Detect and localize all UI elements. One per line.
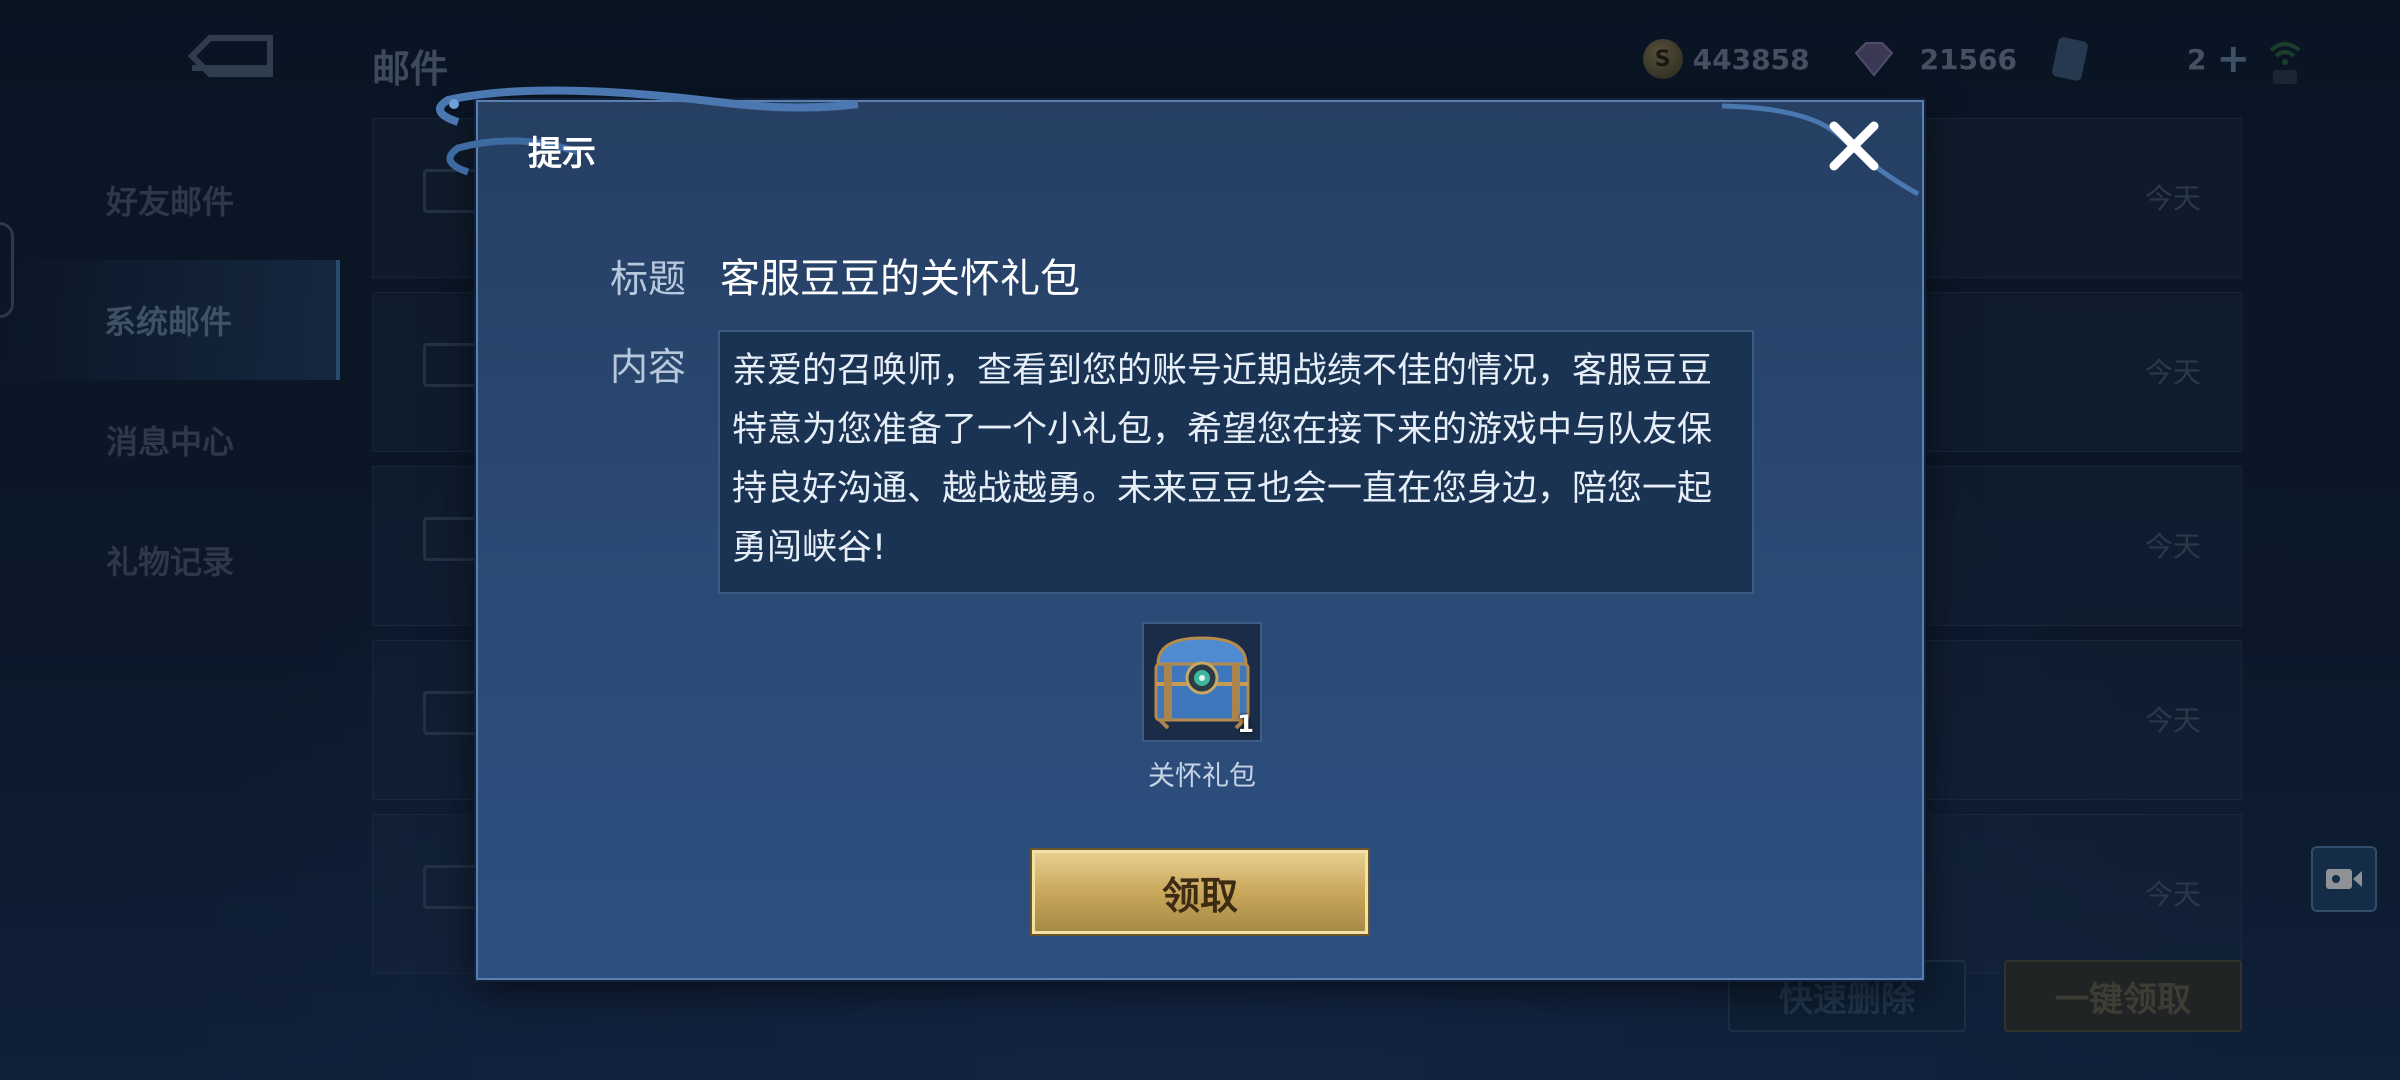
content-line: 持良好沟通、越战越勇。未来豆豆也会一直在您身边，陪您一起 xyxy=(732,469,1713,509)
mail-subject: 客服豆豆的关怀礼包 xyxy=(720,256,1080,302)
claim-button[interactable]: 领取 xyxy=(1032,850,1368,934)
mail-content-box[interactable]: 亲爱的召唤师，查看到您的账号近期战绩不佳的情况，客服豆豆 特意为您准备了一个小礼… xyxy=(718,330,1754,594)
close-button[interactable] xyxy=(1822,114,1886,178)
dialog-title: 提示 xyxy=(528,134,596,174)
content-line: 勇闯峡谷! xyxy=(732,528,887,568)
content-line: 亲爱的召唤师，查看到您的账号近期战绩不佳的情况，客服豆豆 xyxy=(732,351,1713,391)
subject-label: 标题 xyxy=(610,257,687,301)
ornament-swirl-icon xyxy=(436,86,859,176)
item-name: 关怀礼包 xyxy=(1148,761,1256,792)
gift-mail-dialog: 提示 标题 客服豆豆的关怀礼包 内容 亲爱的召唤师，查看到您的账号近期战绩不佳的… xyxy=(436,86,1924,980)
content-label: 内容 xyxy=(610,345,687,389)
item-count: 1 xyxy=(1237,710,1254,738)
claim-button-label: 领取 xyxy=(1161,873,1238,918)
content-line: 特意为您准备了一个小礼包，希望您在接下来的游戏中与队友保 xyxy=(732,410,1713,450)
attachment-item-slot[interactable]: 1 xyxy=(1142,622,1262,742)
close-icon xyxy=(1829,121,1879,171)
